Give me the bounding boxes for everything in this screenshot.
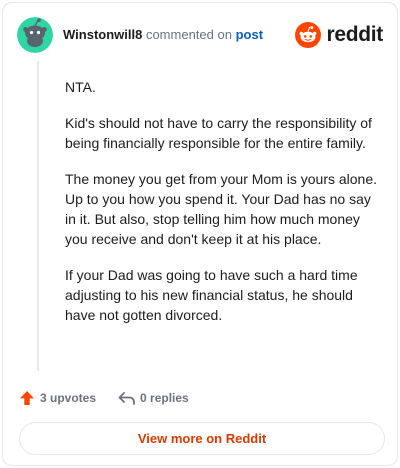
author-name[interactable]: Winstonwill8 — [63, 27, 142, 42]
thread-line — [37, 61, 39, 371]
comment-paragraph: Kid's should not have to carry the respo… — [65, 115, 372, 151]
comment-paragraph: The money you get from your Mom is yours… — [65, 171, 378, 247]
reddit-wordmark: reddit — [326, 23, 383, 46]
snoo-avatar-icon[interactable] — [17, 17, 53, 53]
comment-byline: Winstonwill8 commented on post — [63, 27, 263, 43]
embedded-comment-card: Winstonwill8 commented on post reddit NT… — [2, 2, 398, 466]
comment-actions: 3 upvotes 0 replies — [19, 387, 189, 409]
comment-header: Winstonwill8 commented on post reddit — [17, 17, 383, 53]
reddit-logo[interactable]: reddit — [295, 20, 383, 50]
view-more-button[interactable]: View more on Reddit — [19, 422, 385, 455]
replies-button[interactable]: 0 replies — [118, 390, 189, 406]
comment-paragraph: NTA. — [65, 79, 96, 95]
reply-count: 0 replies — [140, 391, 189, 405]
comment-body: NTA. Kid's should not have to carry the … — [65, 77, 381, 341]
upvote-arrow-icon[interactable] — [19, 390, 35, 406]
upvote-count: 3 upvotes — [40, 391, 97, 405]
action-text: commented on — [145, 27, 232, 42]
reply-arrow-icon — [118, 392, 135, 405]
post-link[interactable]: post — [236, 27, 263, 42]
comment-paragraph: If your Dad was going to have such a har… — [65, 267, 358, 323]
reddit-snoo-icon — [295, 22, 322, 48]
upvote-button[interactable]: 3 upvotes — [19, 390, 96, 406]
